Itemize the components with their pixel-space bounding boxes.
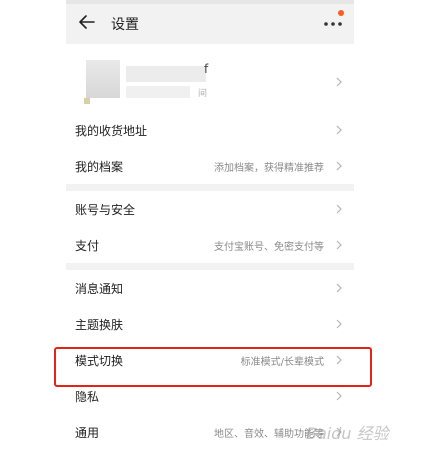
row-label: 账号与安全 [75,202,136,217]
settings-row-mode-switch[interactable]: 模式切换 标准模式/长辈模式 [66,342,354,378]
row-label: 我的档案 [75,159,124,174]
more-dots-icon[interactable] [322,14,344,32]
status-strip [66,0,354,4]
chevron-right-icon [336,391,342,401]
settings-row-account-security[interactable]: 账号与安全 [66,191,354,227]
chevron-right-icon [336,125,342,135]
chevron-right-icon [336,77,342,87]
settings-row-profile-archive[interactable]: 我的档案 添加档案，获得精准推荐 [66,148,354,184]
row-label: 隐私 [75,389,100,404]
chevron-right-icon [336,161,342,171]
row-label: 我的收货地址 [75,123,148,138]
row-hint: 支付宝账号、免密支付等 [214,241,324,253]
row-label: 支付 [75,238,100,253]
avatar [86,60,120,98]
profile-name-tail: f [204,62,209,76]
chevron-right-icon [336,283,342,293]
row-hint: 标准模式/长辈模式 [240,356,324,368]
settings-row-privacy[interactable]: 隐私 [66,378,354,414]
profile-name-redacted [126,66,206,82]
chevron-right-icon [336,355,342,365]
settings-screen: 设置 f 间 我的收货地址 我的档案 添加档案，获得精准推荐 账号与安全 支付 … [66,0,354,472]
row-label: 消息通知 [75,281,124,296]
top-bar: 设置 [66,0,354,44]
profile-section [66,44,354,114]
page-title: 设置 [111,17,139,33]
profile-subtitle-redacted [126,86,190,98]
chevron-right-icon [336,204,342,214]
settings-row-notifications[interactable]: 消息通知 [66,270,354,306]
chevron-right-icon [336,319,342,329]
settings-group-2: 账号与安全 支付 支付宝账号、免密支付等 [66,191,354,263]
watermark: Baidu 经验 [306,424,389,443]
profile-row[interactable] [66,44,354,114]
settings-row-address[interactable]: 我的收货地址 [66,112,354,148]
row-label: 主题换肤 [75,317,124,332]
row-hint: 添加档案，获得精准推荐 [214,162,324,174]
back-arrow-icon[interactable] [78,13,96,31]
chevron-right-icon [336,240,342,250]
row-label: 通用 [75,425,100,440]
avatar-tag [84,98,90,104]
row-label: 模式切换 [75,353,124,368]
settings-row-payment[interactable]: 支付 支付宝账号、免密支付等 [66,227,354,263]
settings-group-1: 我的收货地址 我的档案 添加档案，获得精准推荐 [66,112,354,184]
profile-subtitle-tail: 间 [198,89,208,99]
settings-row-theme[interactable]: 主题换肤 [66,306,354,342]
notification-badge [338,10,344,16]
